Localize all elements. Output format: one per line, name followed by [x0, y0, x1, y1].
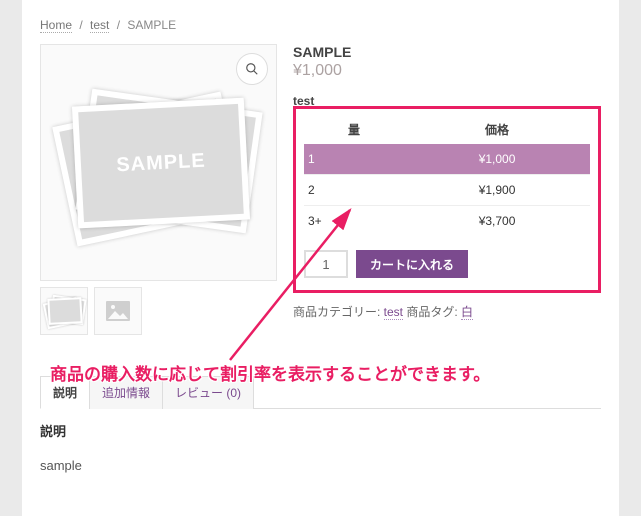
zoom-icon[interactable]	[236, 53, 268, 85]
tier-qty: 1	[304, 144, 404, 175]
tab-reviews[interactable]: レビュー (0)	[162, 376, 254, 409]
breadcrumb-current: SAMPLE	[127, 18, 176, 32]
product-main-image[interactable]: SAMPLE	[40, 44, 277, 281]
breadcrumb-parent-link[interactable]: test	[90, 18, 109, 33]
description-heading: 説明	[40, 421, 601, 440]
tab-additional-info[interactable]: 追加情報	[89, 376, 163, 409]
meta-category-label: 商品カテゴリー:	[293, 305, 384, 319]
placeholder-image-stack: SAMPLE	[69, 98, 249, 228]
quantity-input[interactable]	[304, 250, 348, 278]
tier-row: 2 ¥1,900	[304, 175, 590, 206]
tier-header-price: 価格	[404, 115, 590, 144]
description-body: sample	[40, 458, 601, 473]
tier-qty: 2	[304, 175, 404, 206]
tier-qty: 3+	[304, 206, 404, 237]
product-tabs: 説明 追加情報 レビュー (0)	[40, 375, 601, 409]
tier-header-qty: 量	[304, 115, 404, 144]
add-to-cart-button[interactable]: カートに入れる	[356, 250, 468, 278]
product-title: SAMPLE	[293, 44, 601, 60]
tier-price: ¥1,900	[404, 175, 590, 206]
tier-row: 3+ ¥3,700	[304, 206, 590, 237]
placeholder-label: SAMPLE	[115, 149, 205, 177]
meta-category-link[interactable]: test	[384, 305, 403, 320]
meta-tag-label: 商品タグ:	[403, 305, 461, 319]
meta-tag-link[interactable]: 白	[461, 305, 473, 320]
breadcrumb: Home / test / SAMPLE	[40, 18, 601, 32]
breadcrumb-sep: /	[75, 18, 86, 32]
gallery-thumb-1[interactable]	[40, 287, 88, 335]
gallery-thumb-2[interactable]	[94, 287, 142, 335]
product-meta: 商品カテゴリー: test 商品タグ: 白	[293, 303, 601, 320]
product-price: ¥1,000	[293, 62, 601, 80]
highlight-box: 量 価格 1 ¥1,000 2 ¥1,900	[293, 106, 601, 293]
tier-price: ¥1,000	[404, 144, 590, 175]
breadcrumb-home-link[interactable]: Home	[40, 18, 72, 33]
tier-price: ¥3,700	[404, 206, 590, 237]
tier-row: 1 ¥1,000	[304, 144, 590, 175]
tier-price-table: 量 価格 1 ¥1,000 2 ¥1,900	[304, 115, 590, 236]
breadcrumb-sep: /	[113, 18, 124, 32]
tab-description[interactable]: 説明	[40, 376, 90, 409]
